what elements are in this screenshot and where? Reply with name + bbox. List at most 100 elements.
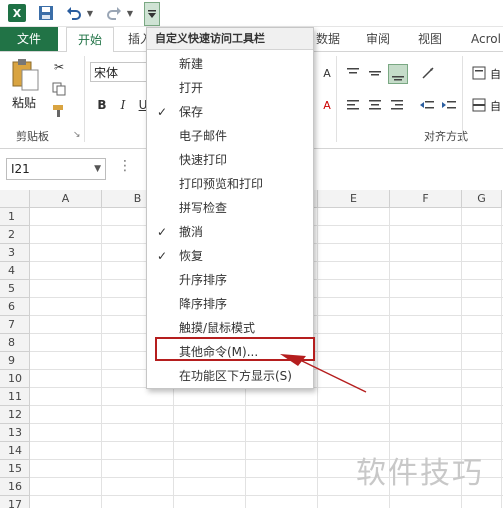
menu-item-label: 升序排序 [179, 273, 228, 287]
menu-item-label: 保存 [179, 105, 204, 119]
save-icon[interactable] [38, 5, 54, 21]
increase-indent-icon[interactable] [440, 96, 458, 114]
menu-item-label: 打印预览和打印 [179, 177, 264, 191]
menu-item[interactable]: 打印预览和打印 [148, 172, 312, 196]
grid-row-line [30, 495, 503, 496]
clipboard-group-label: 剪贴板 [16, 130, 49, 143]
cut-icon[interactable]: ✂ [50, 58, 68, 76]
menu-item-label: 电子邮件 [179, 129, 228, 143]
menu-item-label: 降序排序 [179, 297, 228, 311]
font-size-up-icon[interactable]: A [318, 64, 336, 82]
tab-view[interactable]: 视图 [418, 27, 442, 51]
row-header[interactable]: 4 [0, 262, 30, 280]
tab-acrobat[interactable]: Acrol [471, 27, 501, 51]
copy-icon[interactable] [50, 80, 68, 98]
menu-item-label: 打开 [179, 81, 204, 95]
tab-review[interactable]: 审阅 [366, 27, 390, 51]
menu-item[interactable]: ✓ 恢复 [148, 244, 312, 268]
menu-item-label: 撤消 [179, 225, 204, 239]
row-header[interactable]: 7 [0, 316, 30, 334]
font-color-icon[interactable]: A [318, 96, 336, 114]
row-header[interactable]: 6 [0, 298, 30, 316]
grid-row-line [30, 441, 503, 442]
customize-qat-menu: 自定义快速访问工具栏 新建 打开 ✓ 保存 电子邮件 快速打印 打印预览和打印 拼写检查 ✓ 撤消… [146, 27, 314, 389]
grid-row-line [30, 423, 503, 424]
menu-item[interactable]: 电子邮件 [148, 124, 312, 148]
watermark: 软件技巧 [356, 456, 484, 491]
redo-icon[interactable] [106, 3, 122, 23]
menu-item-label: 触摸/鼠标模式 [179, 321, 256, 335]
grid-column-line [101, 208, 102, 508]
tab-file[interactable]: 文件 [0, 27, 58, 51]
group-divider [336, 56, 337, 142]
select-all-corner[interactable] [0, 190, 30, 208]
row-header[interactable]: 3 [0, 244, 30, 262]
bold-button[interactable]: B [93, 96, 111, 114]
excel-logo-icon: X [8, 4, 26, 22]
decrease-indent-icon[interactable] [418, 96, 436, 114]
row-header[interactable]: 17 [0, 496, 30, 508]
menu-item[interactable]: 打开 [148, 76, 312, 100]
column-header[interactable]: E [318, 190, 390, 208]
menu-item[interactable]: 降序排序 [148, 292, 312, 316]
checkmark-icon: ✓ [157, 249, 168, 263]
align-middle-icon[interactable] [366, 64, 384, 82]
align-center-icon[interactable] [366, 96, 384, 114]
grid-row-line [30, 405, 503, 406]
menu-item-label: 快速打印 [179, 153, 228, 167]
merge-center-icon[interactable] [470, 96, 488, 114]
row-header[interactable]: 8 [0, 334, 30, 352]
row-header[interactable]: 1 [0, 208, 30, 226]
row-header[interactable]: 14 [0, 442, 30, 460]
redo-dropdown-icon[interactable]: ▼ [126, 3, 134, 23]
column-header[interactable]: A [30, 190, 102, 208]
row-header[interactable]: 10 [0, 370, 30, 388]
group-divider [462, 56, 463, 142]
paste-label[interactable]: 粘贴 [12, 94, 36, 111]
menu-item-label: 拼写检查 [179, 201, 228, 215]
align-bottom-icon[interactable] [388, 64, 408, 84]
menu-item[interactable]: 升序排序 [148, 268, 312, 292]
menu-item[interactable]: 拼写检查 [148, 196, 312, 220]
align-top-icon[interactable] [344, 64, 362, 82]
column-header[interactable]: G [462, 190, 502, 208]
menu-item[interactable]: ✓ 撤消 [148, 220, 312, 244]
column-header[interactable]: F [390, 190, 462, 208]
row-header[interactable]: 12 [0, 406, 30, 424]
row-header[interactable]: 15 [0, 460, 30, 478]
row-header[interactable]: 16 [0, 478, 30, 496]
tab-home[interactable]: 开始 [66, 27, 114, 53]
clipboard-launcher-icon[interactable]: ↘ [73, 130, 81, 140]
grid-column-line [501, 208, 502, 508]
row-header[interactable]: 11 [0, 388, 30, 406]
italic-button[interactable]: I [114, 96, 132, 114]
quick-access-toolbar: X ▼ ▼ [0, 0, 503, 27]
paste-icon[interactable] [10, 58, 40, 92]
row-header[interactable]: 13 [0, 424, 30, 442]
checkmark-icon: ✓ [157, 225, 168, 239]
format-painter-icon[interactable] [50, 102, 68, 120]
wrap-text-icon[interactable] [470, 64, 488, 82]
orientation-icon[interactable] [420, 64, 438, 82]
align-left-icon[interactable] [344, 96, 362, 114]
align-right-icon[interactable] [388, 96, 406, 114]
font-name-field[interactable]: 宋体 [90, 62, 152, 82]
undo-icon[interactable] [66, 5, 82, 21]
tab-data[interactable]: 数据 [316, 27, 340, 51]
row-header[interactable]: 5 [0, 280, 30, 298]
wrap-text-label[interactable]: 自 [490, 66, 501, 82]
name-box-dropdown-icon[interactable]: ▼ [94, 159, 101, 179]
row-header[interactable]: 2 [0, 226, 30, 244]
merge-center-label[interactable]: 自 [490, 98, 501, 114]
row-header[interactable]: 9 [0, 352, 30, 370]
formula-bar-more-icon[interactable]: ⋮ [118, 158, 132, 174]
menu-item-label: 新建 [179, 57, 204, 71]
menu-item[interactable]: ✓ 保存 [148, 100, 312, 124]
pointer-arrow-icon [280, 354, 367, 393]
menu-item[interactable]: 新建 [148, 52, 312, 76]
name-box[interactable]: I21 ▼ [6, 158, 106, 180]
customize-qat-icon[interactable] [144, 2, 160, 26]
menu-item-label: 恢复 [179, 249, 204, 263]
undo-dropdown-icon[interactable]: ▼ [86, 3, 94, 23]
menu-item[interactable]: 快速打印 [148, 148, 312, 172]
